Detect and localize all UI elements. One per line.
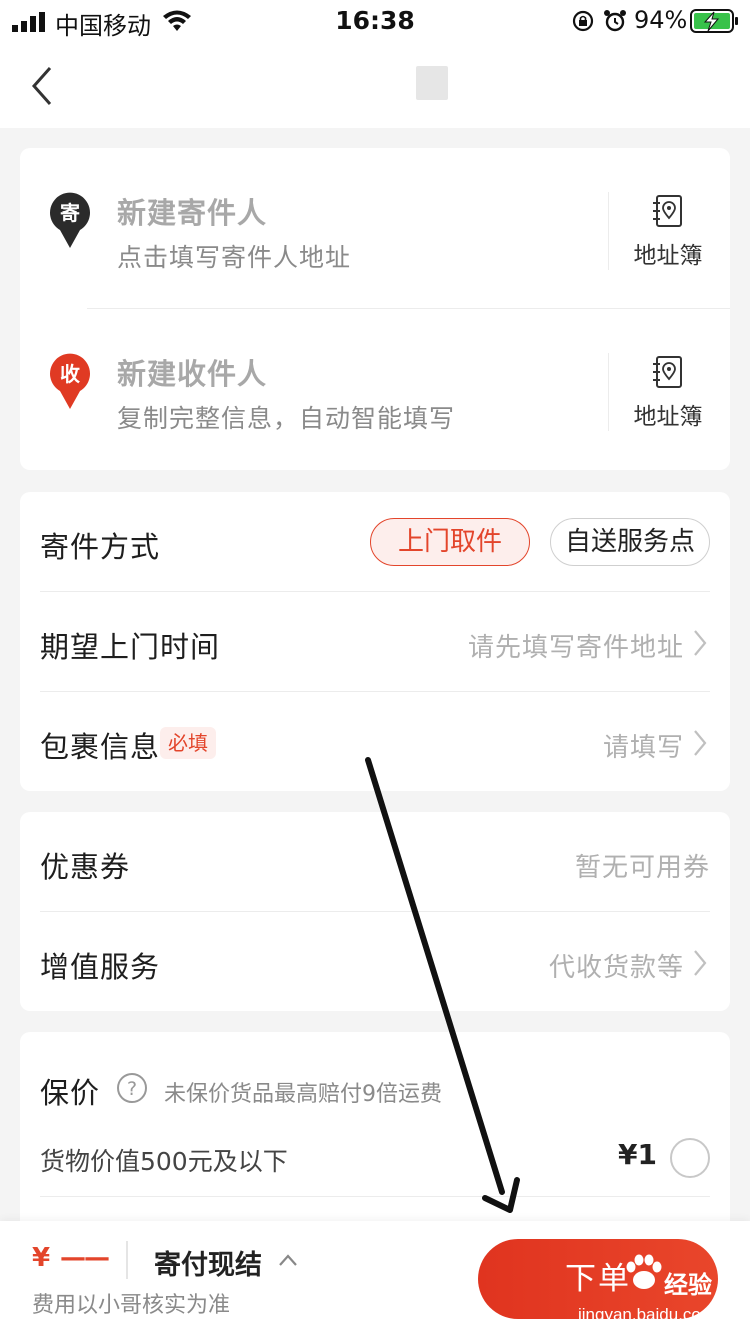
nav-bar — [0, 44, 750, 128]
chevron-right-icon — [694, 950, 707, 976]
chevron-right-icon — [694, 730, 707, 756]
receiver-address-book-button[interactable]: 地址簿 — [618, 353, 718, 433]
price-value: —— — [60, 1243, 110, 1273]
pickup-time-row[interactable]: 期望上门时间 请先填写寄件地址 — [20, 592, 730, 691]
receiver-badge: 收 — [60, 362, 80, 386]
alarm-icon — [604, 10, 626, 32]
battery-icon — [690, 9, 738, 33]
insurance-option-price: ¥1 — [618, 1138, 657, 1171]
sender-subtitle: 点击填写寄件人地址 — [117, 243, 352, 272]
svg-text:?: ? — [127, 1078, 137, 1100]
price-note: 费用以小哥核实为准 — [32, 1293, 231, 1318]
page-title-redacted — [416, 66, 448, 100]
insurance-label: 保价 — [40, 1076, 101, 1110]
address-card: 寄 新建寄件人 点击填写寄件人地址 地址簿 收 新建收件人 复制完整信息，自动智… — [20, 148, 730, 470]
insurance-card: 保价 ? 未保价货品最高赔付9倍运费 货物价值500元及以下 ¥1 — [20, 1032, 730, 1232]
pickup-option-button[interactable]: 上门取件 — [370, 518, 530, 566]
chevron-right-icon — [694, 630, 707, 656]
pickup-time-label: 期望上门时间 — [40, 630, 221, 664]
sender-badge: 寄 — [60, 201, 80, 225]
required-badge: 必填 — [160, 727, 216, 759]
insurance-hint: 未保价货品最高赔付9倍运费 — [164, 1082, 442, 1107]
divider — [608, 353, 609, 431]
divider — [40, 1196, 710, 1197]
value-added-label: 增值服务 — [40, 950, 161, 984]
sender-row[interactable]: 寄 新建寄件人 点击填写寄件人地址 地址簿 — [20, 148, 730, 308]
battery-percent: 94% — [634, 6, 688, 34]
shipping-method-label: 寄件方式 — [40, 530, 161, 564]
coupon-value: 暂无可用券 — [574, 853, 710, 883]
address-book-icon — [653, 195, 682, 227]
baidu-paw-logo-icon — [626, 1254, 662, 1289]
watermark-brand: 经验 — [664, 1272, 712, 1299]
back-icon[interactable] — [28, 64, 56, 108]
bottom-bar: ¥ —— 寄付现结 费用以小哥核实为准 下单 经验 jingyan.baidu.… — [0, 1221, 750, 1334]
address-book-icon — [653, 356, 682, 388]
package-info-row[interactable]: 包裹信息 必填 请填写 — [20, 692, 730, 791]
chevron-up-icon[interactable] — [278, 1253, 298, 1267]
shipping-card: 寄件方式 上门取件 自送服务点 期望上门时间 请先填写寄件地址 包裹信息 必填 … — [20, 492, 730, 791]
pickup-time-value: 请先填写寄件地址 — [467, 633, 684, 663]
payment-method-selector[interactable]: 寄付现结 — [154, 1243, 262, 1282]
receiver-pin-icon: 收 — [50, 353, 90, 409]
divider — [608, 192, 609, 270]
insurance-radio[interactable] — [670, 1138, 710, 1178]
price-symbol: ¥ — [32, 1243, 51, 1273]
value-added-value: 代收货款等 — [548, 953, 684, 983]
address-book-label: 地址簿 — [633, 404, 703, 430]
package-info-label: 包裹信息 — [40, 730, 161, 764]
watermark-url: jingyan.baidu.com — [578, 1305, 716, 1324]
status-bar: 中国移动 16:38 94% — [0, 0, 750, 44]
value-added-service-row[interactable]: 增值服务 代收货款等 — [20, 912, 730, 1011]
receiver-row[interactable]: 收 新建收件人 复制完整信息，自动智能填写 地址簿 — [20, 309, 730, 469]
coupon-row[interactable]: 优惠券 暂无可用券 — [20, 812, 730, 911]
receiver-subtitle: 复制完整信息，自动智能填写 — [117, 404, 456, 433]
sender-title: 新建寄件人 — [117, 196, 268, 230]
extras-card: 优惠券 暂无可用券 增值服务 代收货款等 — [20, 812, 730, 1011]
coupon-label: 优惠券 — [40, 850, 131, 884]
package-info-value: 请填写 — [602, 733, 684, 763]
divider — [126, 1241, 128, 1279]
receiver-title: 新建收件人 — [117, 357, 268, 391]
self-dropoff-option-button[interactable]: 自送服务点 — [550, 518, 710, 566]
sender-address-book-button[interactable]: 地址簿 — [618, 192, 718, 272]
help-icon[interactable]: ? — [116, 1072, 148, 1104]
sender-pin-icon: 寄 — [50, 192, 90, 248]
address-book-label: 地址簿 — [633, 243, 703, 269]
insurance-option-label: 货物价值500元及以下 — [40, 1147, 288, 1176]
rotation-lock-icon — [572, 10, 594, 32]
